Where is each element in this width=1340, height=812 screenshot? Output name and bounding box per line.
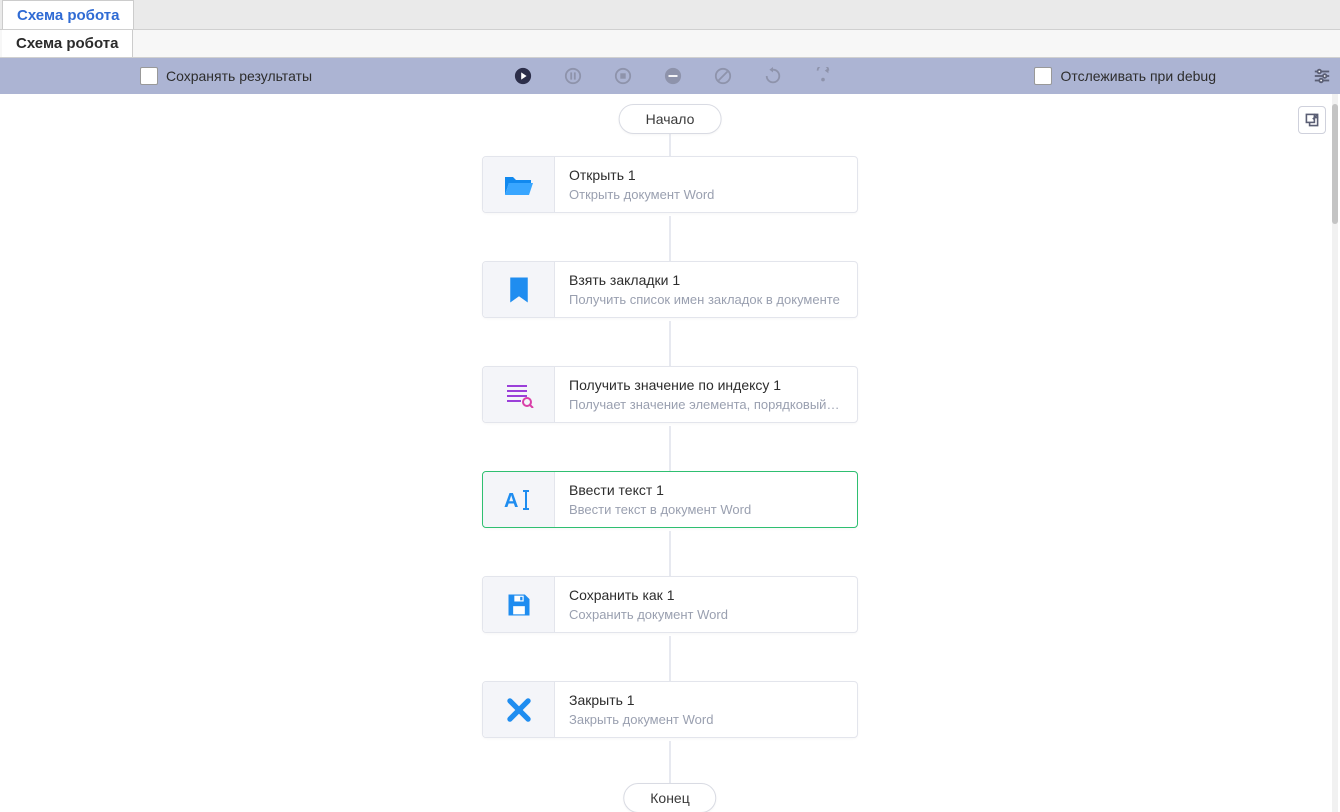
play-button[interactable] — [513, 66, 533, 86]
flow-node-get-bookmarks[interactable]: Взять закладки 1 Получить список имен за… — [482, 261, 858, 318]
flow-canvas[interactable]: Начало Открыть 1 Открыть документ Word В… — [0, 94, 1340, 812]
end-label: Конец — [650, 790, 689, 806]
sub-tab-strip: Схема робота — [0, 30, 1340, 58]
node-title: Открыть 1 — [569, 167, 843, 183]
toolbar: Сохранять результаты Отслеживать при deb… — [0, 58, 1340, 94]
save-results-label: Сохранять результаты — [166, 68, 312, 84]
flow-node-close[interactable]: Закрыть 1 Закрыть документ Word — [482, 681, 858, 738]
connector — [670, 636, 671, 681]
node-desc: Открыть документ Word — [569, 187, 843, 202]
debug-label: Отслеживать при debug — [1060, 68, 1216, 84]
connector — [670, 531, 671, 576]
flow-node-open[interactable]: Открыть 1 Открыть документ Word — [482, 156, 858, 213]
start-label: Начало — [646, 111, 695, 127]
prohibit-button[interactable] — [713, 66, 733, 86]
restart-button[interactable] — [763, 66, 783, 86]
connector — [670, 216, 671, 261]
tab-label: Схема робота — [17, 7, 119, 24]
flow-node-input-text[interactable]: A Ввести текст 1 Ввести текст в документ… — [482, 471, 858, 528]
main-tab-strip: Схема робота — [0, 0, 1340, 30]
svg-text:A: A — [504, 490, 518, 512]
settings-sliders-button[interactable] — [1312, 66, 1332, 86]
index-list-icon — [483, 367, 555, 422]
scroll-thumb[interactable] — [1332, 104, 1338, 224]
debug-checkbox[interactable] — [1034, 67, 1052, 85]
sub-tab-label: Схема робота — [16, 35, 118, 52]
close-x-icon — [483, 682, 555, 737]
connector — [670, 426, 671, 471]
node-desc: Получает значение элемента, порядковый н… — [569, 397, 843, 412]
disable-button[interactable] — [663, 66, 683, 86]
sub-tab-robot-schema[interactable]: Схема робота — [2, 30, 133, 57]
tab-robot-schema[interactable]: Схема робота — [2, 0, 134, 29]
flow-node-get-by-index[interactable]: Получить значение по индексу 1 Получает … — [482, 366, 858, 423]
folder-open-icon — [483, 157, 555, 212]
node-title: Ввести текст 1 — [569, 482, 843, 498]
connector — [670, 321, 671, 366]
node-desc: Получить список имен закладок в документ… — [569, 292, 843, 307]
node-desc: Закрыть документ Word — [569, 712, 843, 727]
node-title: Получить значение по индексу 1 — [569, 377, 843, 393]
connector — [670, 741, 671, 783]
stop-button[interactable] — [613, 66, 633, 86]
node-title: Сохранить как 1 — [569, 587, 843, 603]
end-node[interactable]: Конец — [623, 783, 716, 812]
save-icon — [483, 577, 555, 632]
save-results-checkbox[interactable] — [140, 67, 158, 85]
flow-node-save-as[interactable]: Сохранить как 1 Сохранить документ Word — [482, 576, 858, 633]
node-title: Взять закладки 1 — [569, 272, 843, 288]
step-button[interactable] — [813, 66, 833, 86]
fullscreen-button[interactable] — [1298, 106, 1326, 134]
vertical-scrollbar[interactable] — [1332, 94, 1338, 812]
node-title: Закрыть 1 — [569, 692, 843, 708]
connector — [670, 134, 671, 156]
node-desc: Сохранить документ Word — [569, 607, 843, 622]
start-node[interactable]: Начало — [619, 104, 722, 134]
text-cursor-icon: A — [483, 472, 555, 527]
pause-button[interactable] — [563, 66, 583, 86]
bookmark-icon — [483, 262, 555, 317]
node-desc: Ввести текст в документ Word — [569, 502, 843, 517]
